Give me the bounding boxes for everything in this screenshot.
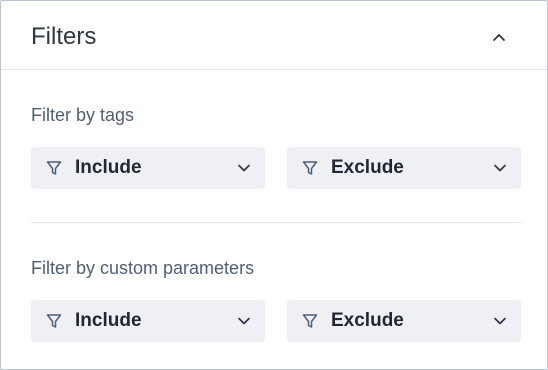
chevron-down-icon <box>494 317 506 325</box>
filters-header: Filters <box>1 1 547 70</box>
filter-icon <box>46 314 62 328</box>
filter-by-custom-parameters-label: Filter by custom parameters <box>31 258 255 278</box>
chevron-down-icon <box>494 164 506 172</box>
exclude-label: Exclude <box>331 157 404 178</box>
filter-icon <box>302 161 318 175</box>
params-include-dropdown[interactable]: Include <box>31 300 265 342</box>
section-divider <box>31 222 522 223</box>
filter-icon <box>46 161 62 175</box>
collapse-button[interactable] <box>485 23 513 51</box>
chevron-down-icon <box>238 317 250 325</box>
filter-by-tags-label: Filter by tags <box>31 105 135 125</box>
chevron-down-icon <box>238 164 250 172</box>
chevron-up-icon <box>493 34 505 41</box>
tags-include-dropdown[interactable]: Include <box>31 147 265 189</box>
include-label: Include <box>75 310 142 331</box>
include-label: Include <box>75 157 142 178</box>
panel-title: Filters <box>31 23 97 50</box>
filter-icon <box>302 314 318 328</box>
tags-exclude-dropdown[interactable]: Exclude <box>287 147 521 189</box>
params-exclude-dropdown[interactable]: Exclude <box>287 300 521 342</box>
filters-panel: Filters Filter by tags Include Exclude F… <box>0 0 548 370</box>
exclude-label: Exclude <box>331 310 404 331</box>
